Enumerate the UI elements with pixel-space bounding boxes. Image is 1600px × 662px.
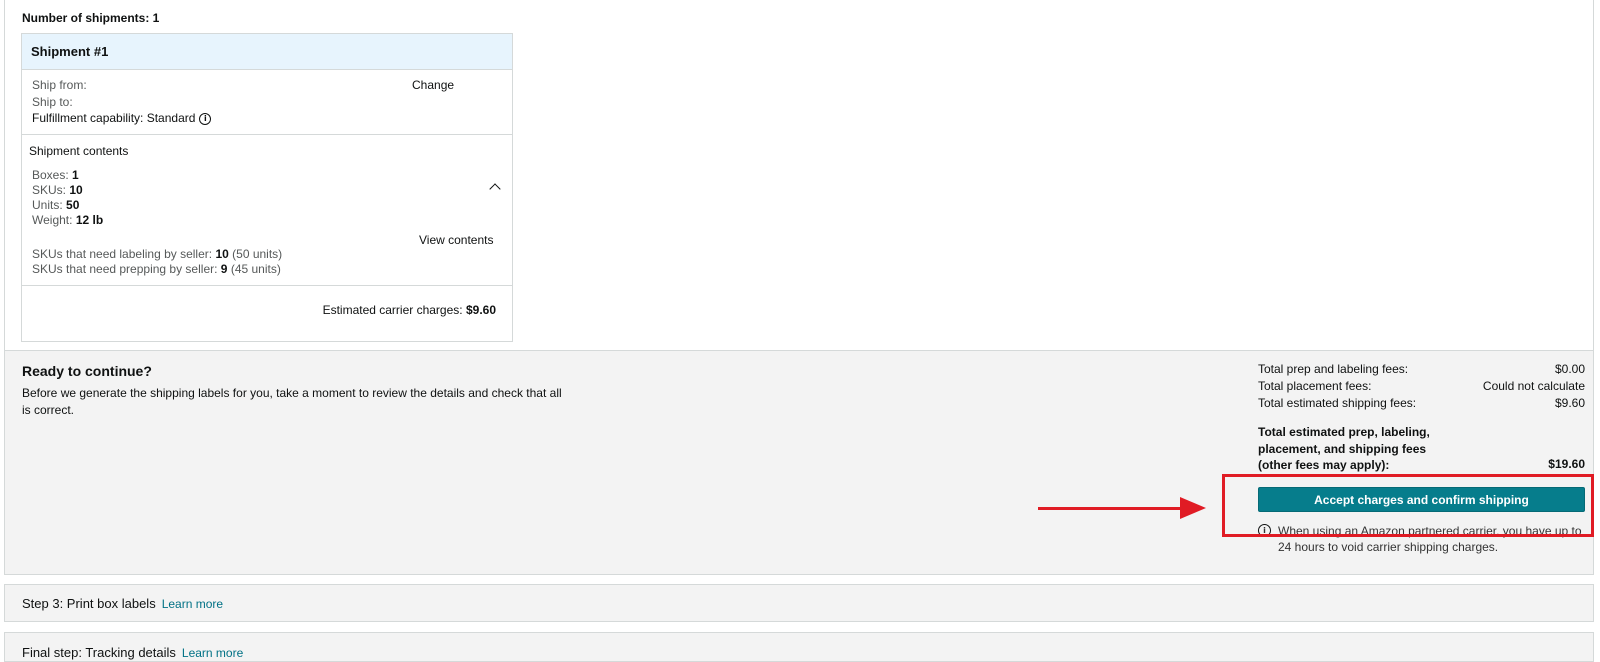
step-3-label: Step 3: Print box labels [22, 596, 156, 611]
total-fees-label: Total estimated prep, labeling, placemen… [1258, 425, 1430, 472]
labeling-units: (50 units) [232, 247, 283, 261]
number-of-shipments: Number of shipments: 1 [22, 11, 160, 25]
boxes-value: 1 [72, 168, 79, 182]
carrier-charges-value: $9.60 [465, 303, 496, 317]
shipping-fees-label: Total estimated shipping fees: [1258, 396, 1417, 410]
annotation-highlight-box [1222, 474, 1594, 537]
final-step-bar[interactable]: Final step: Tracking details Learn more [4, 632, 1594, 662]
fulfillment-capability: Fulfillment capability: Standard i [32, 111, 212, 125]
prepping-label: SKUs that need prepping by seller: [32, 262, 218, 276]
skus-row: SKUs: 10 [32, 183, 83, 197]
prep-fees-label: Total prep and labeling fees: [1258, 362, 1409, 376]
shipment-header: Shipment #1 [22, 34, 512, 70]
boxes-row: Boxes: 1 [32, 168, 79, 182]
info-icon[interactable]: i [199, 112, 212, 125]
view-contents-link[interactable]: View contents [419, 233, 494, 247]
units-value: 50 [66, 198, 80, 212]
change-link[interactable]: Change [412, 78, 454, 92]
divider [22, 285, 512, 286]
labeling-label: SKUs that need labeling by seller: [32, 247, 213, 261]
chevron-up-icon[interactable] [489, 183, 501, 195]
skus-label: SKUs: [32, 183, 67, 197]
total-fees-value: $19.60 [1548, 457, 1585, 471]
labeling-value: 10 [215, 247, 229, 261]
shipment-contents-heading: Shipment contents [29, 144, 129, 158]
prep-fees-value: $0.00 [1554, 362, 1585, 376]
prepping-row: SKUs that need prepping by seller: 9 (45… [32, 262, 281, 276]
shipping-fees-value: $9.60 [1554, 396, 1585, 410]
skus-value: 10 [69, 183, 83, 197]
step-3-text: Step 3: Print box labels Learn more [22, 596, 223, 611]
labeling-row: SKUs that need labeling by seller: 10 (5… [32, 247, 282, 261]
carrier-charges-row: Estimated carrier charges: $9.60 [323, 303, 496, 317]
placement-fees-label: Total placement fees: [1258, 379, 1372, 393]
final-step-label: Final step: Tracking details [22, 645, 176, 660]
units-label: Units: [32, 198, 63, 212]
final-step-text: Final step: Tracking details Learn more [22, 645, 243, 660]
prepping-value: 9 [220, 262, 228, 276]
ready-title: Ready to continue? [22, 363, 152, 379]
divider [22, 134, 512, 135]
weight-value: 12 lb [75, 213, 104, 227]
step-3-learn-more-link[interactable]: Learn more [162, 597, 223, 611]
step-3-bar[interactable]: Step 3: Print box labels Learn more [4, 584, 1594, 622]
shipment-card: Shipment #1 Ship from: Change Ship to: F… [21, 33, 513, 342]
weight-label: Weight: [32, 213, 73, 227]
prepping-units: (45 units) [230, 262, 281, 276]
ready-description: Before we generate the shipping labels f… [22, 386, 562, 417]
ship-from-label: Ship from: [32, 78, 87, 92]
annotation-arrow-head-icon [1180, 497, 1206, 519]
final-step-learn-more-link[interactable]: Learn more [182, 646, 243, 660]
placement-fees-value: Could not calculate [1482, 379, 1585, 393]
fulfillment-label: Fulfillment capability: Standard [32, 111, 196, 125]
ship-to-label: Ship to: [32, 95, 73, 109]
annotation-arrow-line [1038, 507, 1184, 510]
shipment-title: Shipment #1 [31, 44, 109, 59]
weight-row: Weight: 12 lb [32, 213, 103, 227]
boxes-label: Boxes: [32, 168, 69, 182]
carrier-charges-label: Estimated carrier charges: [322, 303, 463, 317]
units-row: Units: 50 [32, 198, 79, 212]
